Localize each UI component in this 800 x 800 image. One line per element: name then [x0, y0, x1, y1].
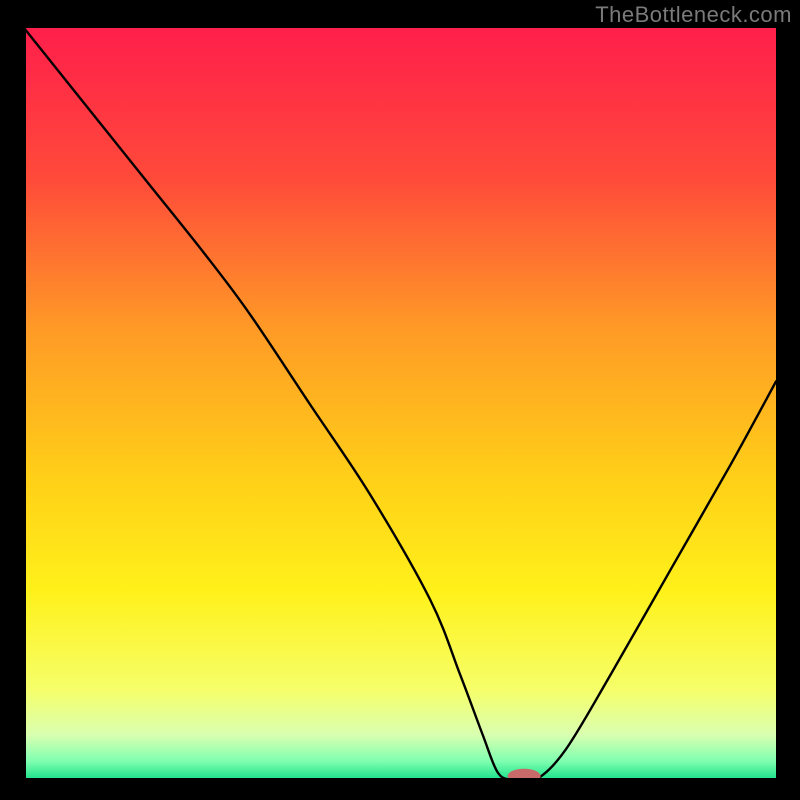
- plot-frame: [24, 28, 776, 780]
- bottleneck-chart: [24, 28, 776, 780]
- watermark-text: TheBottleneck.com: [595, 2, 792, 28]
- gradient-background: [24, 28, 776, 780]
- chart-container: TheBottleneck.com: [0, 0, 800, 800]
